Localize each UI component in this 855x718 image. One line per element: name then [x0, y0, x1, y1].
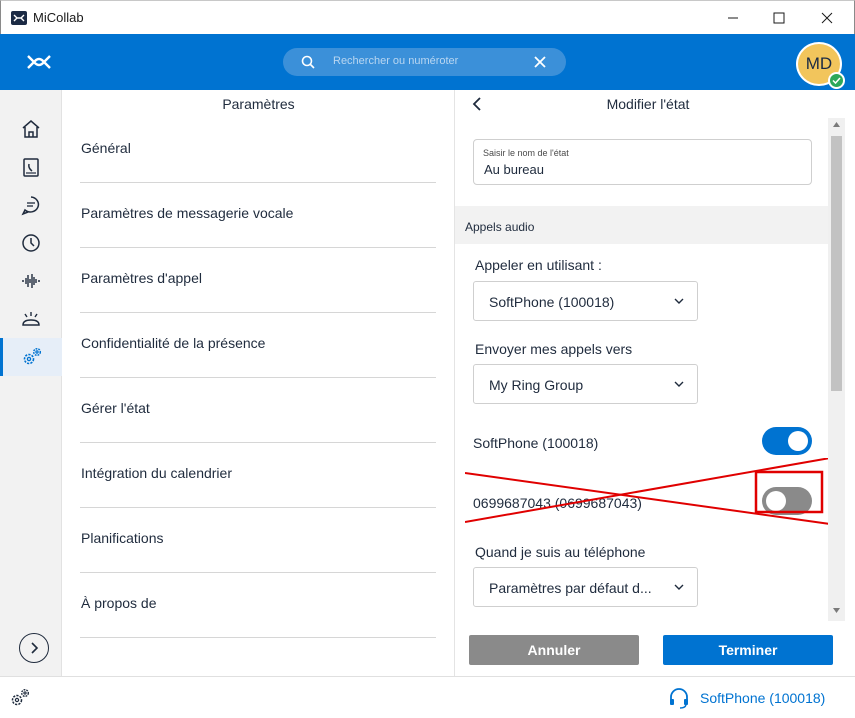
settings-item-schedules[interactable]: Planifications: [80, 508, 436, 573]
rail-chat[interactable]: [0, 186, 62, 224]
settings-gears-icon: [23, 347, 42, 365]
toggle-knob: [766, 491, 786, 511]
rail-history[interactable]: [0, 224, 62, 262]
device-softphone-toggle[interactable]: [762, 427, 812, 455]
app-header: Rechercher ou numéroter MD: [0, 34, 855, 90]
send-calls-value: My Ring Group: [489, 377, 584, 393]
settings-item-label: Intégration du calendrier: [81, 465, 232, 481]
scrollbar-thumb[interactable]: [831, 136, 842, 391]
clear-search-icon[interactable]: [533, 55, 547, 69]
settings-item-label: Paramètres de messagerie vocale: [81, 205, 294, 221]
settings-item-about[interactable]: À propos de: [80, 573, 436, 638]
settings-item-voicemail[interactable]: Paramètres de messagerie vocale: [80, 183, 436, 248]
close-icon[interactable]: [804, 1, 850, 35]
send-calls-select[interactable]: My Ring Group: [473, 364, 698, 404]
headset-icon: [670, 688, 688, 709]
state-name-label: Saisir le nom de l'état: [483, 148, 569, 158]
search-input[interactable]: Rechercher ou numéroter: [333, 55, 458, 67]
status-bar: SoftPhone (100018): [0, 676, 855, 718]
device-mobile-toggle[interactable]: [762, 487, 812, 515]
device-mobile-label: 0699687043 (0699687043): [473, 495, 642, 511]
call-using-label: Appeler en utilisant :: [475, 257, 602, 273]
conference-phone-icon: [22, 312, 40, 326]
home-icon: [22, 120, 40, 138]
minimize-icon[interactable]: [710, 1, 756, 35]
rail-contacts[interactable]: [0, 148, 62, 186]
chevron-right-icon: [31, 642, 39, 654]
on-phone-select[interactable]: Paramètres par défaut d...: [473, 567, 698, 607]
call-using-value: SoftPhone (100018): [489, 294, 615, 310]
cancel-button[interactable]: Annuler: [469, 635, 639, 665]
active-device-label: SoftPhone (100018): [700, 690, 826, 706]
rail-conference[interactable]: [0, 300, 62, 338]
state-name-input[interactable]: Au bureau: [484, 162, 544, 177]
modify-state-panel: Modifier l'état Saisir le nom de l'état …: [455, 90, 855, 676]
settings-title: Paramètres: [222, 96, 295, 112]
navigation-rail: [0, 90, 62, 676]
state-form: Saisir le nom de l'état Au bureau Appels…: [455, 118, 855, 621]
micollab-app-icon: [11, 11, 27, 25]
form-scrollbar[interactable]: [828, 118, 845, 621]
chevron-down-icon: [674, 298, 684, 304]
settings-gears-icon[interactable]: [8, 686, 32, 710]
toggle-knob: [788, 431, 808, 451]
rail-home[interactable]: [0, 110, 62, 148]
settings-item-label: Confidentialité de la présence: [81, 335, 266, 351]
settings-item-label: Paramètres d'appel: [81, 270, 202, 286]
settings-item-presence-privacy[interactable]: Confidentialité de la présence: [80, 313, 436, 378]
search-icon: [301, 55, 315, 69]
maximize-icon[interactable]: [756, 1, 802, 35]
settings-item-call[interactable]: Paramètres d'appel: [80, 248, 436, 313]
settings-item-label: Planifications: [81, 530, 164, 546]
search-bar[interactable]: Rechercher ou numéroter: [283, 48, 566, 76]
settings-item-calendar[interactable]: Intégration du calendrier: [80, 443, 436, 508]
device-softphone-label: SoftPhone (100018): [473, 435, 599, 451]
settings-item-label: Gérer l'état: [81, 400, 150, 416]
history-clock-icon: [22, 234, 40, 252]
settings-item-label: Général: [81, 140, 131, 156]
settings-item-label: À propos de: [81, 595, 157, 611]
state-header: Modifier l'état: [455, 90, 855, 118]
chevron-down-icon: [674, 381, 684, 387]
on-phone-value: Paramètres par défaut d...: [489, 580, 652, 596]
call-using-select[interactable]: SoftPhone (100018): [473, 281, 698, 321]
settings-item-manage-status[interactable]: Gérer l'état: [80, 378, 436, 443]
active-device-status[interactable]: SoftPhone (100018): [668, 687, 825, 709]
scroll-down-icon[interactable]: [833, 608, 840, 613]
chevron-down-icon: [674, 584, 684, 590]
scroll-up-icon[interactable]: [833, 122, 840, 127]
window-titlebar: MiCollab: [0, 0, 855, 34]
chat-icon: [21, 196, 40, 216]
done-button[interactable]: Terminer: [663, 635, 833, 665]
rail-settings[interactable]: [0, 338, 62, 376]
settings-item-general[interactable]: Général: [80, 118, 436, 183]
send-calls-label: Envoyer mes appels vers: [475, 341, 633, 357]
state-title: Modifier l'état: [606, 96, 690, 112]
audio-calls-section: Appels audio: [455, 206, 828, 244]
section-title: Appels audio: [465, 220, 535, 234]
expand-rail-button[interactable]: [19, 633, 49, 663]
presence-available-icon: [828, 72, 845, 89]
window-title: MiCollab: [33, 10, 84, 25]
state-name-field[interactable]: Saisir le nom de l'état Au bureau: [473, 139, 812, 185]
rail-voicemail[interactable]: [0, 262, 62, 300]
voicemail-waveform-icon: [22, 274, 40, 288]
contacts-book-icon: [23, 158, 39, 177]
on-phone-label: Quand je suis au téléphone: [475, 544, 646, 560]
micollab-logo-icon[interactable]: [26, 52, 52, 72]
settings-panel: Paramètres Général Paramètres de message…: [62, 90, 455, 676]
